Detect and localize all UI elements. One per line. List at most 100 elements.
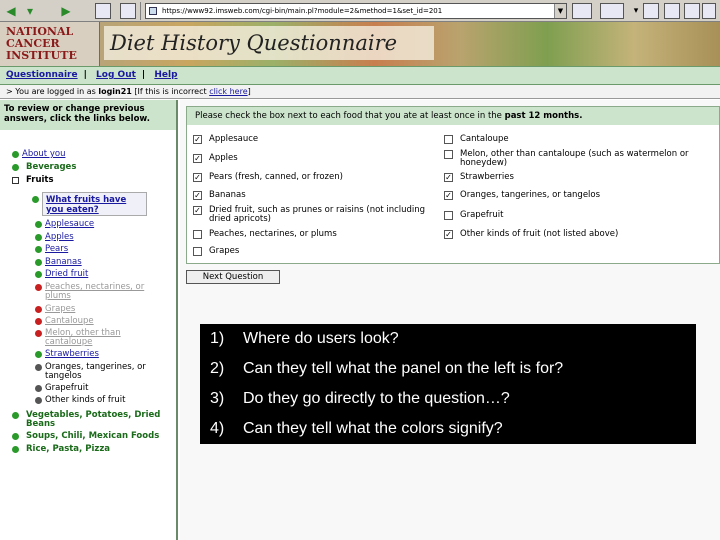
tool-dropdown-icon[interactable]: ▾ bbox=[628, 3, 644, 19]
sidebar-item-dried-fruit[interactable]: Dried fruit bbox=[35, 269, 89, 279]
option-melon[interactable]: Melon, other than cantaloupe (such as wa… bbox=[444, 149, 710, 168]
option-pears[interactable]: ✓ Pears (fresh, canned, or frozen) bbox=[193, 173, 343, 182]
nav-separator: | bbox=[83, 70, 87, 80]
checkbox[interactable] bbox=[444, 135, 453, 144]
sidebar-item-vegetables[interactable]: Vegetables, Potatoes, Dried Beans bbox=[12, 411, 166, 429]
address-dropdown-icon[interactable]: ▼ bbox=[554, 4, 566, 18]
checkbox[interactable]: ✓ bbox=[193, 173, 202, 182]
sidebar-item-bananas[interactable]: Bananas bbox=[35, 258, 82, 267]
option-applesauce[interactable]: ✓ Applesauce bbox=[193, 134, 259, 144]
sidebar-item-label: Rice, Pasta, Pizza bbox=[26, 444, 111, 454]
overlay-item: 4) Can they tell what the colors signify? bbox=[210, 420, 503, 438]
checkbox[interactable] bbox=[193, 230, 202, 239]
edit-icon[interactable] bbox=[572, 3, 592, 19]
sidebar-item-label: Dried fruit bbox=[45, 269, 89, 279]
option-grapefruit[interactable]: Grapefruit bbox=[444, 210, 504, 220]
forward-arrow-icon[interactable]: ▶ bbox=[58, 3, 74, 19]
sidebar-item-label: Pears bbox=[45, 244, 69, 254]
option-grapes[interactable]: Grapes bbox=[193, 246, 240, 256]
sidebar-item-peaches[interactable]: Peaches, nectarines, or plums bbox=[35, 283, 155, 301]
sidebar-item-other-fruit[interactable]: Other kinds of fruit bbox=[35, 396, 126, 405]
question-panel: Please check the box next to each food t… bbox=[186, 106, 720, 264]
option-oranges[interactable]: ✓ Oranges, tangerines, or tangelos bbox=[444, 191, 600, 200]
nav-help-link[interactable]: Help bbox=[154, 70, 177, 80]
overlay-item-number: 2) bbox=[210, 360, 225, 377]
checkbox[interactable] bbox=[444, 211, 453, 220]
sidebar-item-grapefruit[interactable]: Grapefruit bbox=[35, 384, 88, 393]
sidebar-item-melon[interactable]: Melon, other than cantaloupe bbox=[35, 329, 135, 347]
option-label: Bananas bbox=[209, 190, 246, 200]
checkbox[interactable] bbox=[444, 150, 453, 159]
option-label: Grapefruit bbox=[460, 210, 504, 220]
overlay-item-text: Where do users look? bbox=[243, 330, 399, 347]
option-dried-fruit[interactable]: ✓ Dried fruit, such as prunes or raisins … bbox=[193, 206, 445, 224]
refresh-icon[interactable] bbox=[120, 3, 136, 19]
sidebar-item-label: Applesauce bbox=[45, 219, 95, 229]
sidebar-item-apples[interactable]: Apples bbox=[35, 233, 74, 242]
page-tool-icon[interactable] bbox=[643, 3, 659, 19]
option-label: Grapes bbox=[209, 246, 240, 256]
nci-logo: NATIONAL CANCER INSTITUTE bbox=[0, 22, 100, 66]
main-content: Please check the box next to each food t… bbox=[180, 100, 720, 540]
sidebar: To review or change previous answers, cl… bbox=[0, 100, 178, 540]
sidebar-item-about-you[interactable]: About you bbox=[12, 150, 65, 159]
overlay-item: 2) Can they tell what the panel on the le… bbox=[210, 360, 563, 378]
sidebar-item-oranges[interactable]: Oranges, tangerines, or tangelos bbox=[35, 363, 165, 381]
back-arrow-icon[interactable]: ◀ bbox=[3, 3, 19, 19]
folder-icon bbox=[12, 412, 19, 419]
main-nav: Questionnaire | Log Out | Help bbox=[0, 66, 720, 85]
sidebar-item-strawberries[interactable]: Strawberries bbox=[35, 349, 99, 359]
option-apples[interactable]: ✓ Apples bbox=[193, 154, 238, 163]
option-other-fruit[interactable]: ✓ Other kinds of fruit (not listed above) bbox=[444, 230, 618, 239]
next-question-button[interactable]: Next Question bbox=[186, 270, 280, 284]
pending-dot-icon bbox=[35, 385, 42, 392]
checkbox[interactable]: ✓ bbox=[193, 135, 202, 144]
folder-icon bbox=[12, 433, 19, 440]
sidebar-item-applesauce[interactable]: Applesauce bbox=[35, 219, 95, 229]
option-cantaloupe[interactable]: Cantaloupe bbox=[444, 135, 509, 144]
overlay-item-number: 4) bbox=[210, 420, 225, 437]
tool-icon[interactable] bbox=[600, 3, 624, 19]
checkbox[interactable]: ✓ bbox=[193, 154, 202, 163]
toolbar-divider bbox=[140, 2, 141, 20]
page-icon bbox=[149, 7, 157, 15]
checkbox[interactable]: ✓ bbox=[444, 173, 453, 182]
overlay-item-text: Can they tell what the colors signify? bbox=[243, 420, 503, 437]
click-here-link[interactable]: click here bbox=[209, 87, 247, 96]
option-bananas[interactable]: ✓ Bananas bbox=[193, 190, 246, 200]
option-strawberries[interactable]: ✓ Strawberries bbox=[444, 173, 514, 182]
sidebar-item-cantaloupe[interactable]: Cantaloupe bbox=[35, 317, 94, 326]
sidebar-item-label: Strawberries bbox=[45, 349, 99, 359]
overlay-item-number: 3) bbox=[210, 390, 225, 407]
overlay-item: 3) Do they go directly to the question…? bbox=[210, 390, 510, 408]
login-prefix: > You are logged in as bbox=[6, 87, 99, 96]
checkbox[interactable]: ✓ bbox=[193, 206, 202, 215]
mail-icon[interactable] bbox=[684, 3, 700, 19]
option-label: Applesauce bbox=[209, 134, 259, 144]
checkbox[interactable]: ✓ bbox=[444, 230, 453, 239]
sidebar-item-beverages[interactable]: Beverages bbox=[12, 163, 76, 172]
question-text: Please check the box next to each food t… bbox=[187, 107, 719, 125]
stop-icon[interactable] bbox=[95, 3, 111, 19]
option-peaches[interactable]: Peaches, nectarines, or plums bbox=[193, 230, 337, 239]
checkbox[interactable]: ✓ bbox=[444, 191, 453, 200]
sidebar-item-pears[interactable]: Pears bbox=[35, 244, 69, 254]
checkbox[interactable] bbox=[193, 247, 202, 256]
print-icon[interactable] bbox=[664, 3, 680, 19]
back-dropdown-icon[interactable]: ▾ bbox=[22, 3, 38, 19]
overlay-item-text: Do they go directly to the question…? bbox=[243, 390, 510, 407]
question-prompt: Please check the box next to each food t… bbox=[195, 111, 505, 121]
sidebar-item-current-question[interactable]: What fruits have you eaten? bbox=[32, 192, 147, 216]
answered-dot-icon bbox=[32, 196, 39, 203]
sidebar-item-soups[interactable]: Soups, Chili, Mexican Foods bbox=[12, 432, 159, 441]
checkbox[interactable]: ✓ bbox=[193, 191, 202, 200]
nav-logout-link[interactable]: Log Out bbox=[96, 70, 136, 80]
menu-icon[interactable] bbox=[702, 3, 716, 19]
unanswered-dot-icon bbox=[35, 306, 42, 313]
option-label: Melon, other than cantaloupe (such as wa… bbox=[460, 149, 689, 168]
sidebar-item-grapes[interactable]: Grapes bbox=[35, 305, 75, 314]
sidebar-item-rice-pasta[interactable]: Rice, Pasta, Pizza bbox=[12, 444, 111, 454]
address-bar[interactable]: https://www92.imsweb.com/cgi-bin/main.pl… bbox=[145, 3, 567, 19]
sidebar-item-fruits[interactable]: Fruits bbox=[12, 176, 54, 185]
nav-questionnaire-link[interactable]: Questionnaire bbox=[6, 70, 78, 80]
